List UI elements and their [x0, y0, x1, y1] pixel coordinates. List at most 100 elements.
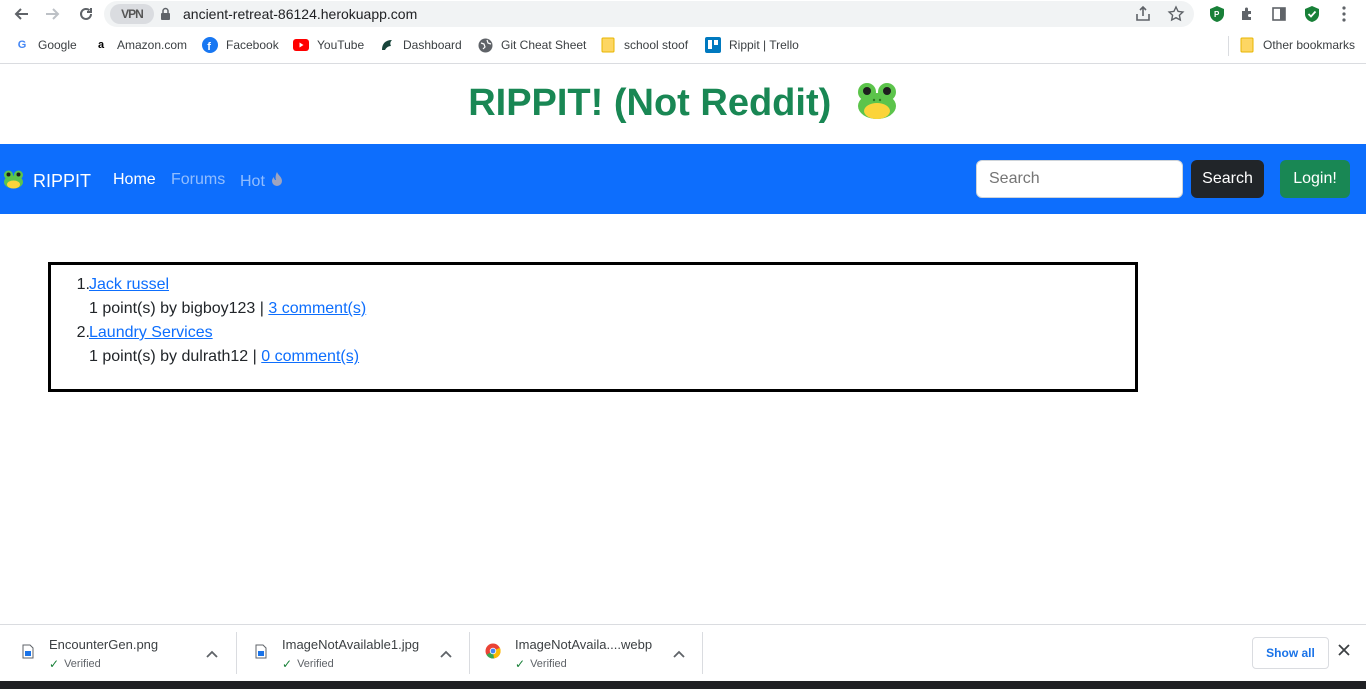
close-icon[interactable]	[1338, 643, 1350, 661]
bookmark-amazon[interactable]: a Amazon.com	[93, 37, 187, 53]
download-filename: EncounterGen.png	[49, 637, 159, 652]
trello-icon	[705, 37, 721, 53]
search-button[interactable]: Search	[1191, 160, 1264, 198]
post-meta-text: 1 point(s) by bigboy123 |	[89, 300, 269, 317]
google-icon: G	[17, 39, 27, 51]
download-status-label: Verified	[530, 658, 567, 670]
vpn-badge[interactable]: VPN	[110, 4, 154, 24]
chevron-up-icon[interactable]	[673, 645, 685, 663]
page-title: RIPPIT! (Not Reddit)	[0, 80, 1366, 130]
post-meta: 1 point(s) by dulrath12 | 0 comment(s)	[89, 348, 359, 366]
download-filename: ImageNotAvailable1.jpg	[282, 637, 420, 652]
bookmark-youtube[interactable]: YouTube	[293, 37, 364, 53]
bookmark-facebook[interactable]: f Facebook	[202, 37, 279, 53]
back-button[interactable]	[10, 3, 32, 25]
bookmark-label: Other bookmarks	[1263, 38, 1356, 52]
post-meta: 1 point(s) by bigboy123 | 3 comment(s)	[89, 300, 366, 318]
security-check-icon[interactable]	[1302, 4, 1322, 24]
folder-icon	[600, 37, 616, 53]
browser-toolbar: VPN ancient-retreat-86124.herokuapp.com …	[0, 0, 1366, 28]
search-input[interactable]	[976, 160, 1183, 198]
download-item[interactable]: ImageNotAvailable1.jpg ✓ Verified	[233, 625, 469, 682]
bookmark-label: Facebook	[226, 38, 279, 52]
bookmark-label: Git Cheat Sheet	[501, 38, 587, 52]
bookmark-label: school stoof	[624, 38, 689, 52]
download-item[interactable]: ImageNotAvaila....webp ✓ Verified	[466, 625, 702, 682]
forward-arrow-icon	[46, 8, 60, 20]
share-icon[interactable]	[1134, 5, 1152, 28]
bookmark-label: Google	[38, 38, 77, 52]
navbar-brand[interactable]: RIPPIT	[3, 169, 91, 194]
download-status-label: Verified	[297, 658, 334, 670]
folder-icon	[1239, 37, 1255, 53]
chevron-up-icon[interactable]	[440, 645, 452, 663]
forward-button[interactable]	[42, 3, 64, 25]
globe-icon	[477, 37, 493, 53]
download-filename: ImageNotAvaila....webp	[515, 637, 653, 652]
address-bar[interactable]: VPN ancient-retreat-86124.herokuapp.com	[104, 1, 1194, 27]
post-title-link[interactable]: Jack russel	[89, 276, 169, 294]
download-shelf: EncounterGen.png ✓ Verified ImageNotAvail…	[0, 624, 1366, 681]
menu-kebab-icon[interactable]	[1334, 4, 1354, 24]
brand-label: RIPPIT	[33, 171, 92, 191]
bookmark-dashboard[interactable]: Dashboard	[379, 37, 462, 53]
back-arrow-icon	[14, 8, 28, 20]
nav-link-forums[interactable]: Forums	[171, 171, 225, 189]
reload-button[interactable]	[75, 3, 97, 25]
star-icon[interactable]	[1167, 5, 1185, 28]
other-bookmarks[interactable]: Other bookmarks	[1239, 37, 1355, 53]
login-button[interactable]: Login!	[1280, 160, 1350, 198]
check-icon: ✓	[282, 657, 293, 671]
download-status: ✓ Verified	[49, 657, 101, 671]
spartan-helmet-icon	[379, 37, 395, 53]
bookmark-google[interactable]: G Google	[14, 37, 77, 53]
chevron-up-icon[interactable]	[206, 645, 218, 663]
bookmark-label: YouTube	[317, 38, 365, 52]
post-title-link[interactable]: Laundry Services	[89, 324, 213, 342]
download-status-label: Verified	[64, 658, 101, 670]
post-number: 2.	[76, 324, 90, 341]
download-item[interactable]: EncounterGen.png ✓ Verified	[0, 625, 236, 682]
youtube-icon	[293, 37, 309, 53]
puzzle-icon[interactable]	[1237, 4, 1257, 24]
side-panel-icon[interactable]	[1269, 4, 1289, 24]
download-status: ✓ Verified	[515, 657, 567, 671]
reload-icon	[80, 7, 92, 20]
svg-text:f: f	[207, 41, 211, 53]
check-icon: ✓	[515, 657, 526, 671]
frog-icon	[856, 80, 898, 130]
extension-shield-icon[interactable]: P	[1207, 4, 1227, 24]
chrome-icon	[485, 643, 501, 664]
file-image-icon	[255, 644, 267, 664]
bookmark-folder-school-stoof[interactable]: school stoof	[600, 37, 688, 53]
url-text[interactable]: ancient-retreat-86124.herokuapp.com	[183, 6, 417, 22]
flame-icon	[271, 171, 283, 192]
download-status: ✓ Verified	[282, 657, 334, 671]
check-icon: ✓	[49, 657, 60, 671]
svg-text:P: P	[1214, 10, 1220, 19]
os-taskbar	[0, 681, 1366, 689]
bookmarks-divider	[1228, 36, 1229, 56]
bookmark-git-cheat-sheet[interactable]: Git Cheat Sheet	[477, 37, 586, 53]
nav-link-hot-label: Hot	[240, 172, 265, 190]
lock-icon[interactable]	[160, 7, 171, 26]
show-all-downloads-button[interactable]: Show all	[1252, 637, 1329, 669]
nav-link-hot[interactable]: Hot	[240, 171, 283, 192]
post-meta-text: 1 point(s) by dulrath12 |	[89, 348, 262, 365]
page-title-text: RIPPIT! (Not Reddit)	[468, 82, 832, 125]
bookmarks-bar: G Google a Amazon.com f Facebook YouTube…	[0, 28, 1366, 64]
main-navbar: RIPPIT Home Forums Hot Search Login!	[0, 144, 1366, 214]
posts-list: 1. Jack russel 1 point(s) by bigboy123 |…	[48, 262, 1138, 392]
bookmark-label: Rippit | Trello	[729, 38, 799, 52]
file-image-icon	[22, 644, 34, 664]
bookmark-label: Amazon.com	[117, 38, 188, 52]
bookmark-rippit-trello[interactable]: Rippit | Trello	[705, 37, 799, 53]
post-comments-link[interactable]: 3 comment(s)	[268, 300, 366, 317]
nav-link-home[interactable]: Home	[113, 171, 156, 189]
download-divider	[702, 632, 703, 674]
post-number: 1.	[76, 276, 90, 293]
post-comments-link[interactable]: 0 comment(s)	[261, 348, 359, 365]
bookmark-label: Dashboard	[403, 38, 462, 52]
facebook-icon: f	[202, 37, 218, 53]
frog-icon	[3, 169, 24, 194]
